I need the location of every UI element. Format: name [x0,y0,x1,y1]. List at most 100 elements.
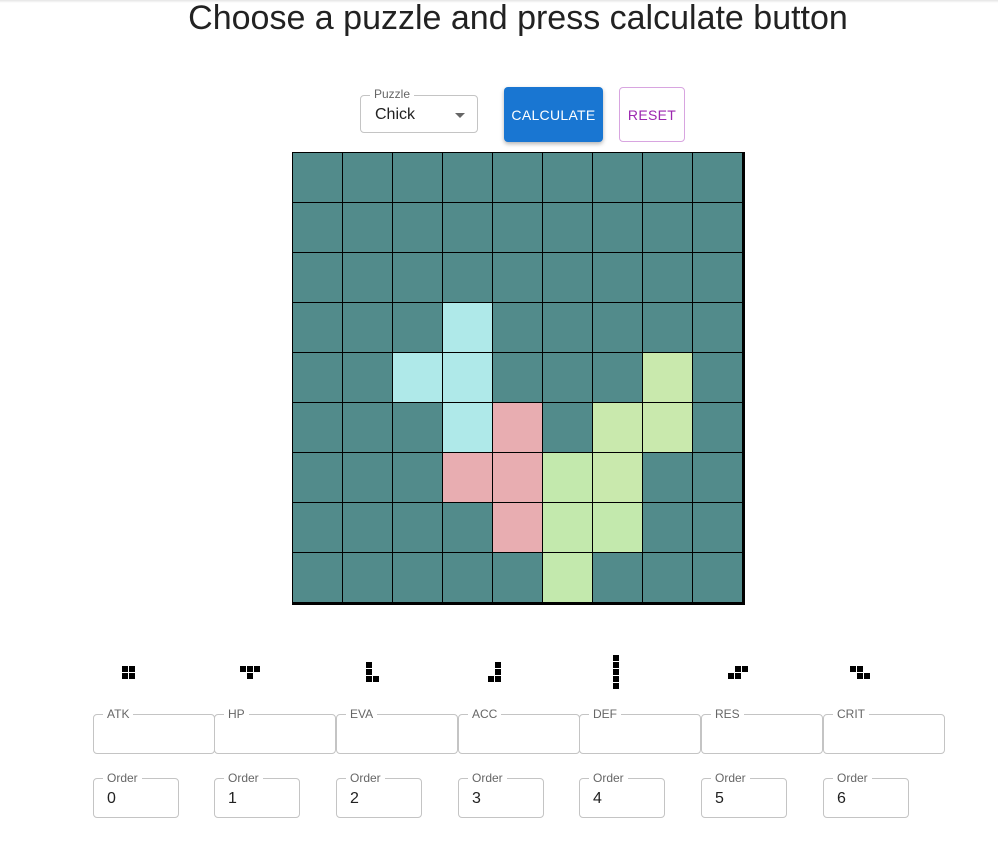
board-cell [543,153,592,202]
l-piece-icon [365,662,379,682]
piece-block [857,672,863,679]
res-field[interactable]: RES [701,707,823,754]
hp-order-field[interactable]: Order 1 [214,771,300,818]
t-piece-icon [240,665,260,679]
order-label: Order [224,771,263,785]
piece-block [613,662,619,668]
calculate-button[interactable]: CALCULATE [504,87,603,142]
puzzle-select[interactable]: Puzzle Chick [360,87,478,133]
board-cell [293,153,342,202]
board-cell [543,403,592,452]
piece-block [254,665,260,672]
board-cell [493,503,542,552]
piece-block [613,655,619,661]
board-cell [643,353,692,402]
board-cell [593,253,642,302]
res-order-field[interactable]: Order 5 [701,771,787,818]
atk-label: ATK [103,707,134,721]
piece-block [128,672,135,679]
board-cell [293,553,342,602]
piece-block [494,669,501,675]
eva-field[interactable]: EVA [336,707,458,754]
piece-block [735,672,741,679]
piece-block [864,672,870,679]
board-cell [643,453,692,502]
board-cell [693,453,742,502]
board-cell [493,403,542,452]
crit-label: CRIT [833,707,869,721]
piece-block [365,669,372,675]
piece-block [121,672,128,679]
board-cell [343,303,392,352]
acc-label: ACC [468,707,502,721]
board-cell [593,503,642,552]
board-cell [493,253,542,302]
hp-field[interactable]: HP [214,707,336,754]
board-cell [443,503,492,552]
order-label: Order [346,771,385,785]
board-cell [493,353,542,402]
board-cell [293,303,342,352]
piece-block [857,665,863,672]
board-cell [443,453,492,502]
square-piece-icon [121,665,135,679]
board-cell [393,203,442,252]
order-value: 1 [228,790,237,807]
board-cell [543,453,592,502]
crit-field[interactable]: CRIT [823,707,945,754]
board-cell [543,303,592,352]
board-cell [343,453,392,502]
piece-block [247,672,253,679]
order-label: Order [468,771,507,785]
board-cell [693,353,742,402]
board-cell [293,353,342,402]
piece-block [742,665,748,672]
atk-field[interactable]: ATK [93,707,215,754]
board-cell [693,303,742,352]
piece-block [494,676,501,682]
order-value: 3 [472,790,481,807]
page-title: Choose a puzzle and press calculate butt… [188,0,848,37]
def-field[interactable]: DEF [579,707,701,754]
order-value: 2 [350,790,359,807]
order-value: 6 [837,790,846,807]
board-cell [593,353,642,402]
board-cell [343,153,392,202]
acc-field[interactable]: ACC [458,707,580,754]
piece-block [613,669,619,675]
crit-order-field[interactable]: Order 6 [823,771,909,818]
board-cell [593,453,642,502]
board-cell [593,553,642,602]
board-cell [493,303,542,352]
order-value: 0 [107,790,116,807]
order-label: Order [833,771,872,785]
board-cell [593,403,642,452]
s-piece-icon [728,665,748,679]
piece-block [494,662,501,668]
piece-block [121,665,128,672]
board-cell [643,253,692,302]
board-cell [493,453,542,502]
board-cell [693,203,742,252]
piece-block [365,676,372,682]
board-cell [643,153,692,202]
board-cell [443,203,492,252]
z-piece-icon [850,665,870,679]
atk-order-field[interactable]: Order 0 [93,771,179,818]
eva-order-field[interactable]: Order 2 [336,771,422,818]
board-cell [693,403,742,452]
board-cell [443,253,492,302]
acc-order-field[interactable]: Order 3 [458,771,544,818]
board-cell [543,203,592,252]
board-cell [343,403,392,452]
board-cell [443,303,492,352]
def-order-field[interactable]: Order 4 [579,771,665,818]
board-cell [543,353,592,402]
order-label: Order [711,771,750,785]
reset-button[interactable]: RESET [619,87,685,142]
res-label: RES [711,707,744,721]
board-cell [543,253,592,302]
board-cell [393,553,442,602]
board-cell [693,153,742,202]
piece-block [372,676,379,682]
